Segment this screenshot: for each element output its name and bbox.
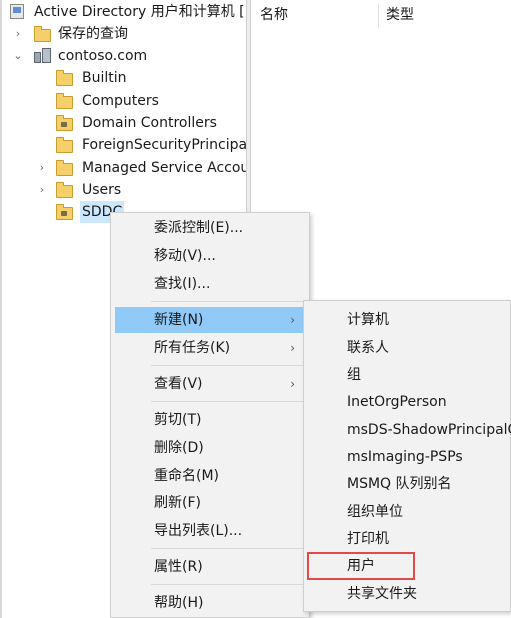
submenu-item-msds-shadowprincipal[interactable]: msDS-ShadowPrincipalC xyxy=(308,417,511,443)
folder-icon xyxy=(56,137,73,153)
new-submenu: 计算机 联系人 组 InetOrgPerson msDS-ShadowPrinc… xyxy=(303,300,511,612)
folder-icon xyxy=(56,160,73,176)
tree-item-label: 保存的查询 xyxy=(58,26,128,42)
column-header-name[interactable]: 名称 xyxy=(260,0,288,32)
submenu-arrow-icon: › xyxy=(290,341,295,355)
menu-item-cut[interactable]: 剪切(T) xyxy=(115,407,305,433)
menu-item-new[interactable]: 新建(N) › xyxy=(115,307,305,333)
tree-item-label: Computers xyxy=(82,93,159,109)
folder-icon xyxy=(56,182,73,198)
column-header-type[interactable]: 类型 xyxy=(386,0,414,32)
submenu-item-computer[interactable]: 计算机 xyxy=(308,307,506,333)
menu-item-delegate-control[interactable]: 委派控制(E)... xyxy=(115,215,305,241)
menu-separator xyxy=(151,301,303,302)
menu-item-help[interactable]: 帮助(H) xyxy=(115,590,305,616)
submenu-arrow-icon: › xyxy=(290,377,295,391)
ou-folder-icon xyxy=(56,204,73,220)
tree-root-label: Active Directory 用户和计算机 [ xyxy=(34,4,245,20)
console-tree: Active Directory 用户和计算机 [ › 保存的查询 ⌄ cont… xyxy=(0,0,246,240)
menu-item-delete[interactable]: 删除(D) xyxy=(115,435,305,461)
menu-item-export-list[interactable]: 导出列表(L)... xyxy=(115,518,305,544)
column-divider[interactable] xyxy=(378,4,379,28)
pane-splitter[interactable] xyxy=(246,0,251,240)
domain-icon xyxy=(34,48,52,64)
folder-icon xyxy=(34,26,51,42)
submenu-arrow-icon: › xyxy=(290,313,295,327)
context-menu: 委派控制(E)... 移动(V)... 查找(I)... 新建(N) › 所有任… xyxy=(110,212,310,618)
submenu-item-msmq-queue-alias[interactable]: MSMQ 队列别名 xyxy=(308,471,506,497)
menu-item-find[interactable]: 查找(I)... xyxy=(115,271,305,297)
submenu-item-inetorgperson[interactable]: InetOrgPerson xyxy=(308,389,506,415)
menu-item-move[interactable]: 移动(V)... xyxy=(115,243,305,269)
tree-item-label: Builtin xyxy=(82,70,127,86)
tree-item-label: contoso.com xyxy=(58,48,148,64)
tree-item-label: Users xyxy=(82,182,122,198)
submenu-item-shared-folder[interactable]: 共享文件夹 xyxy=(308,581,506,607)
tree-item-label: Domain Controllers xyxy=(82,115,217,131)
aduc-icon xyxy=(10,4,24,19)
submenu-item-msimaging-psps[interactable]: msImaging-PSPs xyxy=(308,444,506,470)
folder-icon xyxy=(56,93,73,109)
submenu-item-organizational-unit[interactable]: 组织单位 xyxy=(308,499,506,525)
chevron-right-icon[interactable]: › xyxy=(12,23,24,45)
menu-item-rename[interactable]: 重命名(M) xyxy=(115,463,305,489)
chevron-right-icon[interactable]: › xyxy=(36,157,48,179)
menu-item-properties[interactable]: 属性(R) xyxy=(115,554,305,580)
submenu-item-group[interactable]: 组 xyxy=(308,362,506,388)
ou-folder-icon xyxy=(56,115,73,131)
chevron-right-icon[interactable]: › xyxy=(36,179,48,201)
menu-separator xyxy=(151,365,303,366)
tree-item-label: ForeignSecurityPrincipal xyxy=(82,137,246,153)
submenu-item-contact[interactable]: 联系人 xyxy=(308,335,506,361)
menu-separator xyxy=(151,584,303,585)
chevron-down-icon[interactable]: ⌄ xyxy=(12,45,24,67)
menu-item-view[interactable]: 查看(V) › xyxy=(115,371,305,397)
menu-separator xyxy=(151,401,303,402)
submenu-item-printer[interactable]: 打印机 xyxy=(308,526,506,552)
folder-icon xyxy=(56,70,73,86)
menu-item-all-tasks[interactable]: 所有任务(K) › xyxy=(115,335,305,361)
tree-item-label: Managed Service Accou xyxy=(82,160,246,176)
submenu-item-user[interactable]: 用户 xyxy=(307,552,415,580)
menu-separator xyxy=(151,548,303,549)
menu-item-refresh[interactable]: 刷新(F) xyxy=(115,490,305,516)
